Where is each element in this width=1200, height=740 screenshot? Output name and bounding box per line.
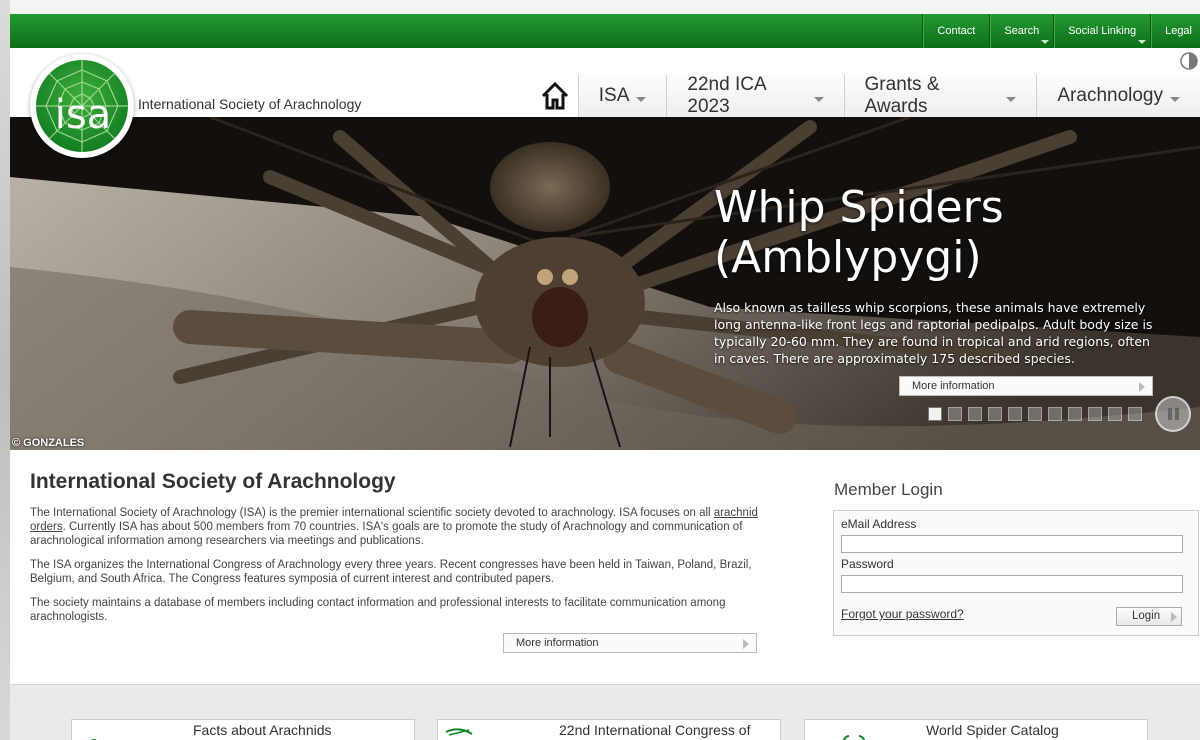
password-label: Password [841, 557, 894, 571]
arrow-right-icon [1171, 612, 1177, 622]
slide-dot[interactable] [1068, 407, 1082, 421]
hero-description: Also known as tailless whip scorpions, t… [714, 300, 1153, 366]
top-link-social[interactable]: Social Linking [1053, 14, 1150, 48]
footer-box-label: World Spider Catalog [926, 722, 1059, 738]
slide-dot[interactable] [1108, 407, 1122, 421]
dropdown-icon [1138, 40, 1147, 44]
button-label: Login [1132, 610, 1161, 622]
slide-dot[interactable] [988, 407, 1002, 421]
world-spider-catalog-box[interactable]: World Spider Catalog [804, 719, 1148, 740]
page: Contact Search Social Linking Legal isa … [10, 14, 1200, 740]
top-link-label: Social Linking [1068, 25, 1137, 37]
facts-about-arachnids-box[interactable]: Facts about Arachnids [71, 719, 415, 740]
nav-item-grants-awards[interactable]: Grants & Awards [843, 74, 1037, 117]
nav-item-isa[interactable]: ISA [577, 75, 667, 117]
nav-label: Arachnology [1057, 85, 1163, 106]
email-field[interactable] [841, 535, 1183, 553]
slide-dot[interactable] [1028, 407, 1042, 421]
slide-dot[interactable] [1048, 407, 1062, 421]
congress-box[interactable]: 22nd International Congress of [437, 719, 781, 740]
intro-paragraph: The International Society of Arachnology… [30, 506, 770, 548]
top-link-legal[interactable]: Legal [1150, 14, 1200, 48]
nav-item-ica-2023[interactable]: 22nd ICA 2023 [666, 74, 844, 117]
button-label: More information [912, 380, 995, 392]
contrast-toggle-icon[interactable] [1180, 52, 1198, 70]
harvestman-icon [445, 728, 473, 736]
database-paragraph: The society maintains a database of memb… [30, 597, 726, 623]
home-icon [541, 81, 568, 110]
top-link-label: Contact [937, 25, 976, 37]
main-more-info-button[interactable]: More information [503, 633, 757, 653]
hero-title: Whip Spiders (Amblypygi) [714, 183, 1174, 283]
slide-dot[interactable] [948, 407, 962, 421]
top-link-contact[interactable]: Contact [922, 14, 989, 48]
hero-title-line: (Amblypygi) [714, 232, 982, 283]
hero-image [10, 117, 1200, 450]
catalog-icon [842, 735, 866, 740]
login-box: eMail Address Password Forgot your passw… [833, 510, 1199, 636]
site-name[interactable]: International Society of Arachnology [138, 96, 361, 112]
nav-label: ISA [598, 85, 630, 106]
web-logo-icon: isa [36, 60, 128, 152]
top-link-search[interactable]: Search [989, 14, 1053, 48]
nav-item-arachnology[interactable]: Arachnology [1036, 75, 1200, 117]
main-title: International Society of Arachnology [30, 470, 396, 493]
top-link-label: Search [1004, 25, 1040, 37]
chevron-down-icon [636, 96, 647, 102]
hero-slider: Whip Spiders (Amblypygi) Also known as ta… [10, 117, 1200, 450]
top-link-label: Legal [1165, 25, 1192, 37]
top-bar: Contact Search Social Linking Legal [10, 14, 1200, 48]
login-button[interactable]: Login [1116, 607, 1182, 626]
login-title: Member Login [834, 480, 943, 499]
forgot-password-link[interactable]: Forgot your password? [841, 607, 964, 621]
home-button[interactable] [532, 75, 578, 117]
footer-box-label: 22nd International Congress of [559, 722, 751, 738]
browser-top-strip [0, 0, 1200, 15]
arrow-right-icon [743, 639, 749, 649]
slide-dot[interactable] [928, 407, 942, 421]
chevron-down-icon [1170, 96, 1180, 102]
congress-paragraph: The ISA organizes the International Cong… [30, 559, 752, 585]
slide-indicators [928, 407, 1148, 421]
chevron-down-icon [1006, 96, 1017, 102]
slide-dot[interactable] [1008, 407, 1022, 421]
browser-left-edge [0, 0, 10, 740]
isa-logo[interactable]: isa [30, 54, 134, 158]
chevron-down-icon [813, 96, 824, 102]
slide-dot[interactable] [1088, 407, 1102, 421]
hero-title-line: Whip Spiders [714, 182, 1004, 233]
dropdown-icon [1041, 40, 1050, 44]
footer-area: Facts about Arachnids 22nd International… [10, 684, 1200, 740]
main-nav: ISA 22nd ICA 2023 Grants & Awards Arachn… [532, 74, 1200, 117]
slide-dot[interactable] [1128, 407, 1142, 421]
footer-box-label: Facts about Arachnids [193, 722, 332, 738]
top-links: Contact Search Social Linking Legal [922, 14, 1200, 48]
paragraph-text: The International Society of Arachnology… [30, 507, 714, 519]
spider-icon [91, 739, 97, 740]
nav-label: Grants & Awards [864, 74, 940, 117]
email-label: eMail Address [841, 517, 917, 531]
logo-text: isa [55, 92, 111, 138]
nav-label: 22nd ICA 2023 [687, 74, 766, 117]
hero-more-info-button[interactable]: More information [899, 376, 1153, 396]
button-label: More information [516, 637, 599, 649]
slide-dot[interactable] [968, 407, 982, 421]
password-field[interactable] [841, 575, 1183, 593]
photo-credit: © GONZALES [12, 437, 85, 449]
pause-slider-button[interactable] [1155, 396, 1191, 432]
paragraph-text: . Currently ISA has about 500 members fr… [30, 521, 743, 547]
arrow-right-icon [1139, 382, 1145, 392]
